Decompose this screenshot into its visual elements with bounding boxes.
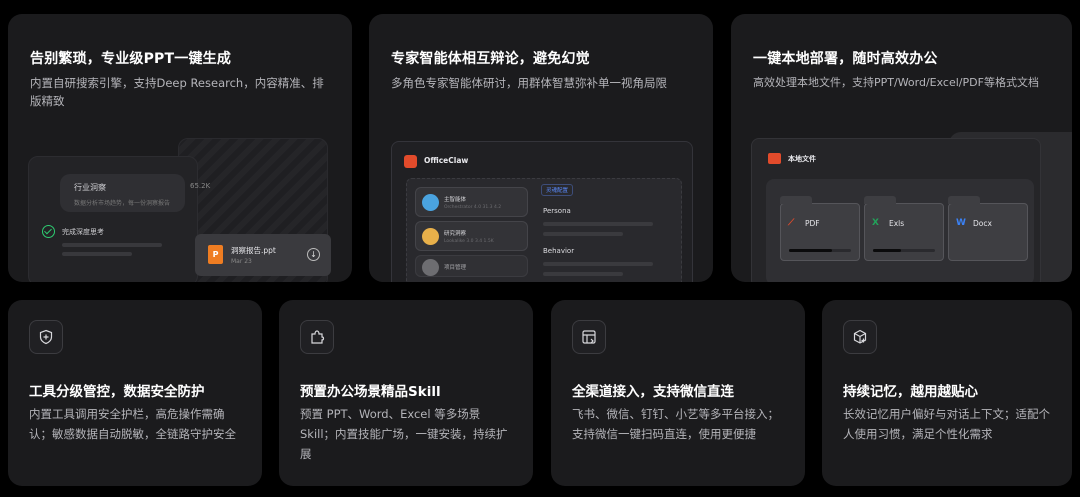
field-label: Behavior <box>543 247 575 255</box>
feature-card-local: 一键本地部署，随时高效办公 高效处理本地文件，支持PPT/Word/Excel/… <box>731 14 1072 282</box>
puzzle-icon <box>300 320 334 354</box>
bubble-title: 行业洞察 <box>74 183 106 192</box>
feature-card-security: 工具分级管控，数据安全防护 内置工具调用安全护栏，高危操作需确认；敏感数据自动脱… <box>8 300 262 486</box>
progress-bar <box>873 249 935 252</box>
shield-plus-icon <box>29 320 63 354</box>
card-title: 预置办公场景精品Skill <box>300 384 441 400</box>
feature-card-ppt: 告别繁琐，专业级PPT一键生成 内置自研搜索引擎，支持Deep Research… <box>8 14 352 282</box>
agent-name: 项目管理 <box>444 265 467 271</box>
agent-item[interactable]: 主智能体 Orchestrator 4.0 31.3 4.2 <box>415 187 528 217</box>
file-label: PDF <box>805 219 820 228</box>
agent-avatar <box>422 194 439 211</box>
card-title: 全渠道接入，支持微信直连 <box>572 384 734 400</box>
word-icon: W <box>956 218 966 228</box>
feature-card-channels: 全渠道接入，支持微信直连 飞书、微信、钉钉、小艺等多平台接入；支持微信一键扫码直… <box>551 300 805 486</box>
value-label: 65.2K <box>190 182 211 190</box>
file-folder-pdf[interactable]: ⟋ PDF <box>780 196 860 261</box>
field-label: Persona <box>543 207 571 215</box>
card-title: 一键本地部署，随时高效办公 <box>753 51 938 67</box>
card-desc: 多角色专家智能体研讨，用群体智慧弥补单一视角局限 <box>391 76 667 90</box>
done-label: 完成深度思考 <box>62 228 104 236</box>
agent-item[interactable]: 研究洞察 Lookalike 3.0 3.4 1.5K <box>415 221 528 251</box>
bubble-subtitle: 数据分析市场趋势，每一份洞察报告 <box>74 200 171 207</box>
feature-card-memory: 持续记忆，越用越贴心 长效记忆用户偏好与对话上下文；适配个人使用习惯，满足个性化… <box>822 300 1072 486</box>
placeholder-bar <box>543 272 623 276</box>
ppt-file-icon: P <box>208 245 223 264</box>
folder-icon <box>768 153 781 164</box>
chat-bubble: 行业洞察 数据分析市场趋势，每一份洞察报告 <box>60 174 185 212</box>
app-name: OfficeClaw <box>424 156 469 165</box>
agent-name: 研究洞察 <box>444 231 467 237</box>
feature-card-skill: 预置办公场景精品Skill 预置 PPT、Word、Excel 等多场景 Ski… <box>279 300 533 486</box>
download-icon[interactable]: ↓ <box>307 248 320 261</box>
card-title: 专家智能体相互辩论，避免幻觉 <box>391 51 590 67</box>
feature-card-agents: 专家智能体相互辩论，避免幻觉 多角色专家智能体研讨，用群体智慧弥补单一视角局限 … <box>369 14 713 282</box>
card-desc: 预置 PPT、Word、Excel 等多场景 Skill；内置技能广场，一键安装… <box>300 407 508 461</box>
file-name: 洞察报告.ppt <box>231 246 276 255</box>
layout-icon <box>572 320 606 354</box>
card-title: 持续记忆，越用越贴心 <box>843 384 978 400</box>
agent-name: 主智能体 <box>444 197 467 203</box>
file-label: Exls <box>889 219 905 228</box>
placeholder-bar <box>62 243 162 247</box>
agent-avatar <box>422 259 439 276</box>
file-card[interactable]: P 洞察报告.ppt Mar 23 ↓ <box>195 234 331 276</box>
pdf-icon: ⟋ <box>788 218 795 228</box>
agent-item[interactable]: 项目管理 <box>415 255 528 277</box>
placeholder-bar <box>543 222 653 226</box>
placeholder-bar <box>62 252 132 256</box>
file-label: Docx <box>973 219 992 228</box>
files-panel: ⟋ PDF X Exls W Docx <box>766 179 1034 282</box>
check-circle-icon <box>42 225 55 238</box>
box-plus-icon <box>843 320 877 354</box>
file-folder-excel[interactable]: X Exls <box>864 196 944 261</box>
card-title: 告别繁琐，专业级PPT一键生成 <box>30 51 232 67</box>
card-desc: 内置工具调用安全护栏，高危操作需确认；敏感数据自动脱敏，全链路守护安全 <box>29 407 236 441</box>
placeholder-bar <box>543 232 623 236</box>
card-desc: 内置自研搜索引擎，支持Deep Research，内容精准、排版精致 <box>30 76 324 108</box>
app-window: OfficeClaw 主智能体 Orchestrator 4.0 31.3 4.… <box>391 141 693 282</box>
app-logo-icon <box>404 155 417 168</box>
excel-icon: X <box>872 218 879 228</box>
agent-sub: Lookalike 3.0 3.4 1.5K <box>444 239 494 244</box>
agent-avatar <box>422 228 439 245</box>
card-desc: 飞书、微信、钉钉、小艺等多平台接入；支持微信一键扫码直连，使用更便捷 <box>572 407 779 441</box>
agent-sub: Orchestrator 4.0 31.3 4.2 <box>444 205 502 210</box>
config-tag[interactable]: 灵魂配置 <box>541 184 574 196</box>
local-files-window: 本地文件 ⟋ PDF X Exls W Docx <box>751 138 1041 282</box>
card-title: 工具分级管控，数据安全防护 <box>29 384 205 400</box>
file-date: Mar 23 <box>231 258 252 265</box>
agent-panel: 主智能体 Orchestrator 4.0 31.3 4.2 研究洞察 Look… <box>406 178 682 282</box>
placeholder-bar <box>543 262 653 266</box>
progress-bar <box>789 249 851 252</box>
window-title: 本地文件 <box>788 155 816 163</box>
card-desc: 长效记忆用户偏好与对话上下文；适配个人使用习惯，满足个性化需求 <box>843 407 1050 441</box>
file-folder-word[interactable]: W Docx <box>948 196 1028 261</box>
card-desc: 高效处理本地文件，支持PPT/Word/Excel/PDF等格式文档 <box>753 76 1039 89</box>
